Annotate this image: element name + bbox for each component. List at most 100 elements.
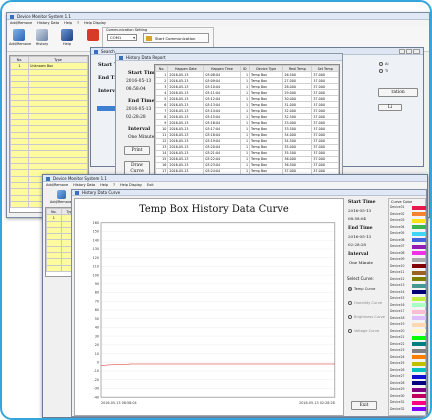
menu-history-data[interactable]: History Data: [37, 21, 59, 25]
chart-series: [100, 363, 335, 367]
radio-all[interactable]: Al: [379, 62, 388, 66]
radio-humidity-curve[interactable]: Humidity Curve: [348, 301, 386, 305]
search-result-highlight[interactable]: [97, 106, 117, 111]
legend-item: Device04: [390, 225, 426, 230]
legend-item-label: Device24: [390, 354, 405, 359]
legend-color-swatch: [412, 407, 426, 412]
y-tick-label: -20: [94, 378, 100, 382]
draw-curve-button[interactable]: Draw Curve: [124, 161, 150, 175]
legend-item: Device25: [390, 361, 426, 366]
radio-time[interactable]: Ti: [379, 69, 388, 73]
curve-window: Device Monitor System 1.1 Add/Remove Hist…: [42, 174, 428, 418]
history-icon: [36, 29, 48, 41]
legend-color-swatch: [412, 316, 426, 321]
legend-item-label: Device13: [390, 283, 405, 287]
start-communication-button[interactable]: Start Communication: [143, 33, 209, 43]
add-remove-label: Add/Remove: [9, 42, 32, 46]
legend-item: Device19: [390, 322, 426, 327]
legend-item-label: Device20: [390, 328, 405, 333]
curve-side-panel: Start Time 2016-05-13 08:58:04 End Time …: [345, 198, 387, 416]
close-button[interactable]: [413, 49, 420, 54]
curve-menu-history-data[interactable]: History Data: [73, 183, 95, 187]
curve-exit-button[interactable]: Exit: [351, 401, 377, 410]
menu-help-display[interactable]: Help Display: [84, 21, 106, 25]
legend-item-label: Device21: [390, 335, 405, 339]
legend-item: Device07: [390, 244, 426, 249]
legend-color-swatch: [412, 296, 426, 301]
add-remove-button[interactable]: Add/Remove: [9, 28, 32, 50]
radio-brightness-curve[interactable]: Brightness Curve: [348, 315, 386, 319]
y-tick-label: 80: [95, 291, 99, 295]
curve-menu-help[interactable]: Help: [100, 183, 108, 187]
legend-item-label: Device31: [390, 400, 405, 404]
duration-button[interactable]: ration: [378, 88, 418, 97]
legend-item: Device28: [390, 381, 426, 386]
legend-item-label: Device06: [390, 237, 405, 242]
port-value: COM1: [110, 35, 122, 40]
y-tick-label: -10: [94, 369, 100, 373]
legend-color-swatch: [412, 342, 426, 347]
history-label: History: [35, 42, 49, 46]
legend-item-label: Device23: [390, 348, 405, 352]
x-tick-label: 2016-05-13 08:58:04: [101, 401, 137, 405]
radio-time-label: Ti: [385, 69, 389, 73]
legend-item: Device01: [390, 205, 426, 210]
curve-dialog-icon: [75, 191, 79, 195]
curve-interval-label: Interval: [348, 252, 369, 257]
legend-color-swatch: [412, 212, 426, 217]
history-curve-dialog: History Data Curve Temp Box History Data…: [71, 189, 427, 417]
legend-list: Device01 Device02 Device03 Device04 Device05…: [390, 205, 426, 415]
curve-start-time: 08:58:04: [348, 216, 366, 221]
report-end-time: 02:28:28: [126, 115, 146, 120]
maximize-button[interactable]: [406, 49, 412, 54]
radio-temp-curve[interactable]: Temp Curve: [348, 287, 375, 291]
legend-item: Device27: [390, 374, 426, 379]
print-button[interactable]: Print: [124, 146, 150, 155]
menu-add-remove[interactable]: Add/Remove: [10, 21, 32, 25]
menu-help[interactable]: Help: [64, 21, 72, 25]
legend-color-swatch: [412, 400, 426, 405]
menu-question[interactable]: ?: [77, 21, 79, 25]
legend-item-label: Device30: [390, 393, 405, 398]
legend-item-label: Device28: [390, 380, 405, 385]
y-tick-label: 10: [95, 352, 99, 356]
help-button[interactable]: Help: [57, 28, 77, 50]
port-select[interactable]: COM1 ▾: [107, 34, 137, 41]
y-tick-label: 70: [95, 299, 99, 303]
legend-item-label: Device02: [390, 211, 405, 216]
curve-color-legend: Curve Color Device01 Device02 Device03 Devi…: [388, 198, 426, 416]
radio-voltage-curve[interactable]: Voltage Curve: [348, 329, 386, 333]
y-tick-label: 20: [95, 343, 99, 347]
legend-color-swatch: [412, 374, 426, 379]
legend-item: Device30: [390, 394, 426, 399]
legend-item-label: Device03: [390, 218, 405, 222]
y-tick-label: -30: [94, 387, 100, 391]
legend-item-label: Device26: [390, 367, 405, 372]
legend-item: Device14: [390, 290, 426, 295]
y-tick-label: 140: [93, 238, 99, 242]
legend-item: Device15: [390, 296, 426, 301]
curve-dialog-titlebar: History Data Curve: [72, 190, 426, 196]
legend-item-label: Device25: [390, 361, 405, 365]
list-button[interactable]: Li: [378, 104, 402, 111]
curve-start-time-label: Start Time: [348, 200, 376, 205]
minimize-button[interactable]: [399, 49, 405, 54]
legend-title: Curve Color: [391, 200, 413, 204]
curve-menu-exit[interactable]: Exit: [147, 183, 154, 187]
search-interval-label: Interv: [98, 88, 116, 94]
start-communication-label: Start Communication: [155, 36, 196, 41]
legend-item: Device26: [390, 368, 426, 373]
legend-color-swatch: [412, 277, 426, 282]
curve-menu-question[interactable]: ?: [113, 183, 115, 187]
legend-item: Device11: [390, 270, 426, 275]
y-tick-label: 110: [93, 265, 99, 269]
legend-color-swatch: [412, 264, 426, 269]
report-interval-value: One Minute: [128, 135, 155, 140]
curve-menu-add-remove[interactable]: Add/Remove: [46, 183, 68, 187]
x-axis-ticks: 2016-05-13 08:58:04 2016-05-13 02:28:28: [101, 401, 335, 405]
grid-cell: [46, 264, 62, 272]
curve-menu-help-display[interactable]: Help Display: [120, 183, 142, 187]
legend-item-label: Device09: [390, 257, 405, 261]
legend-color-swatch: [412, 348, 426, 353]
history-button[interactable]: History: [32, 28, 52, 50]
